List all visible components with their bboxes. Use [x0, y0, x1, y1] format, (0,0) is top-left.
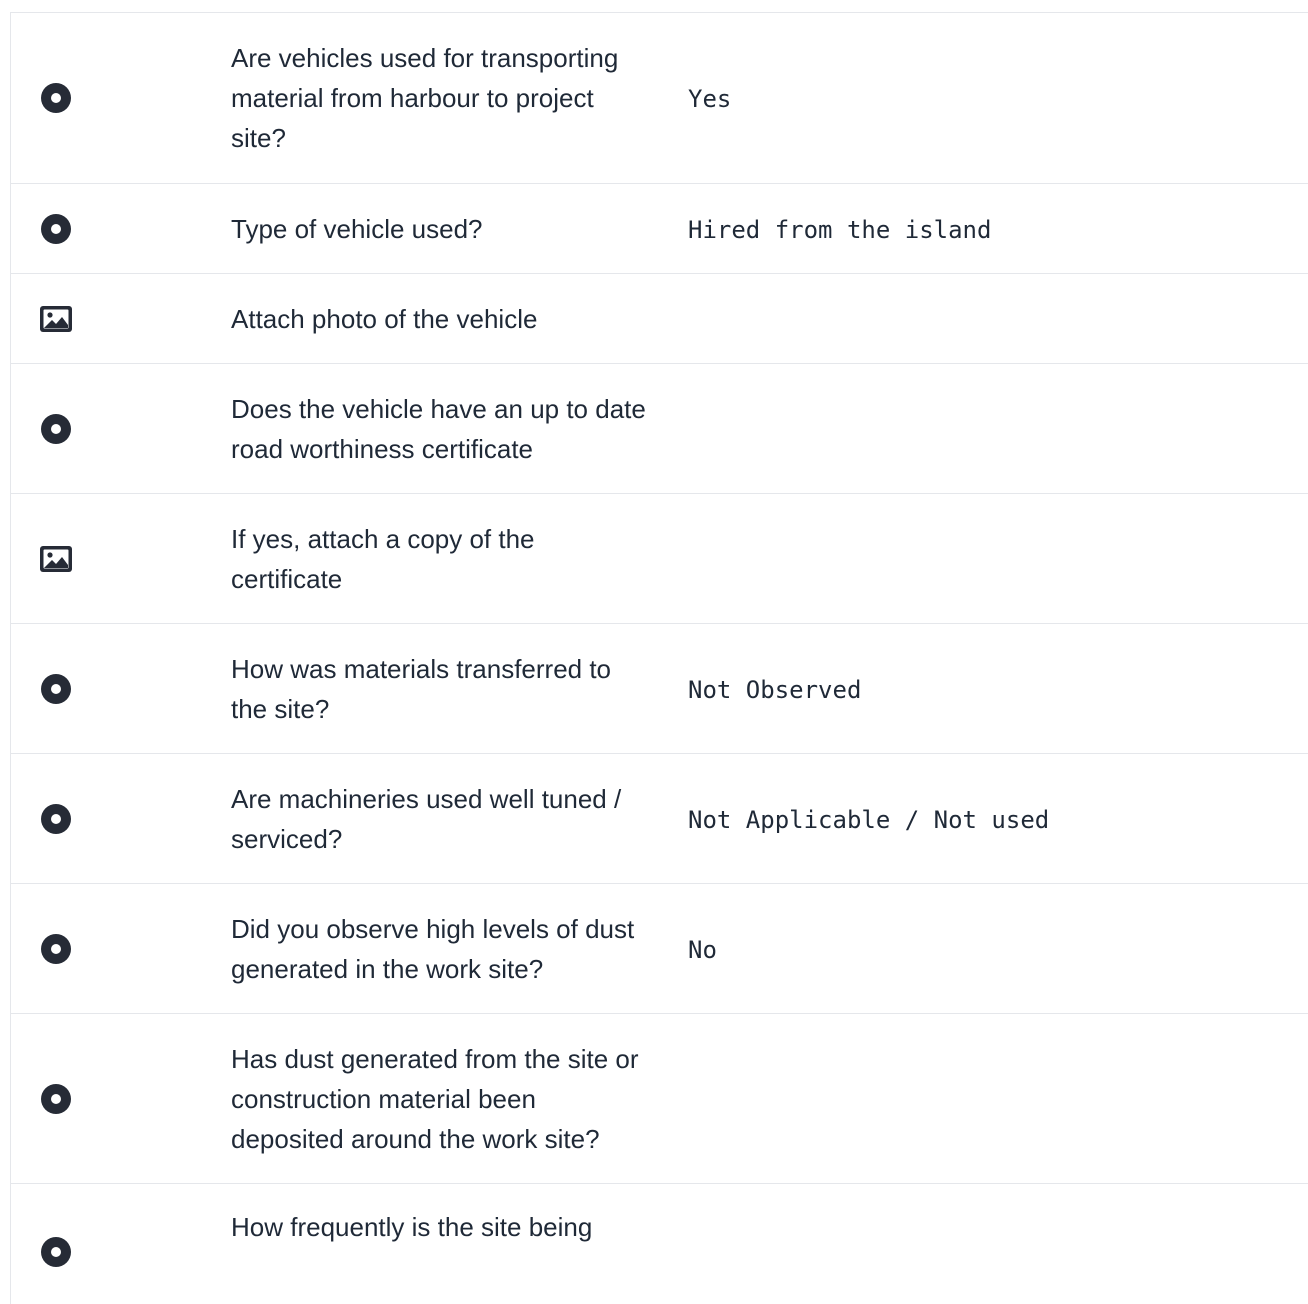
table-row: Are vehicles used for transporting mater… [11, 13, 1308, 184]
answer-value: No [688, 935, 717, 964]
question-text: Has dust generated from the site or cons… [231, 1043, 639, 1154]
answer-value [688, 1098, 1308, 1100]
radio-icon [40, 673, 72, 705]
table-row: If yes, attach a copy of the certificate [11, 494, 1308, 624]
table-row: Attach photo of the vehicle [11, 274, 1308, 364]
image-icon [40, 305, 72, 332]
radio-icon [40, 1236, 72, 1268]
radio-icon [40, 933, 72, 965]
question-text: How frequently is the site being [231, 1212, 593, 1242]
answer-value: Hired from the island [688, 215, 992, 244]
table-row: Has dust generated from the site or cons… [11, 1014, 1308, 1184]
radio-icon [40, 803, 72, 835]
table-row: How was materials transferred to the sit… [11, 624, 1308, 754]
question-text: Type of vehicle used? [231, 213, 483, 244]
question-text: How was materials transferred to the sit… [231, 653, 612, 724]
answer-value: Yes [688, 85, 732, 113]
answer-value: Not Observed [688, 675, 862, 704]
radio-icon [40, 413, 72, 445]
radio-icon [40, 1083, 72, 1115]
image-icon [40, 545, 72, 572]
question-text: Does the vehicle have an up to date road… [231, 393, 646, 464]
table-row: Are machineries used well tuned / servic… [11, 754, 1308, 884]
answer-value [688, 1184, 1308, 1186]
answer-value [688, 318, 1308, 320]
answer-value [688, 558, 1308, 560]
radio-icon [40, 82, 72, 114]
table-row: How frequently is the site being [11, 1184, 1308, 1304]
question-text: Are machineries used well tuned / servic… [231, 783, 622, 854]
survey-table: Are vehicles used for transporting mater… [10, 12, 1308, 1304]
table-row: Did you observe high levels of dust gene… [11, 884, 1308, 1014]
question-text: Did you observe high levels of dust gene… [231, 913, 635, 984]
question-text: Attach photo of the vehicle [231, 303, 538, 334]
question-text: Are vehicles used for transporting mater… [231, 43, 619, 153]
question-text: If yes, attach a copy of the certificate [231, 523, 535, 594]
answer-value: Not Applicable / Not used [688, 805, 1050, 834]
table-row: Does the vehicle have an up to date road… [11, 364, 1308, 494]
radio-icon [40, 213, 72, 245]
table-row: Type of vehicle used? Hired from the isl… [11, 184, 1308, 274]
answer-value [688, 428, 1308, 430]
